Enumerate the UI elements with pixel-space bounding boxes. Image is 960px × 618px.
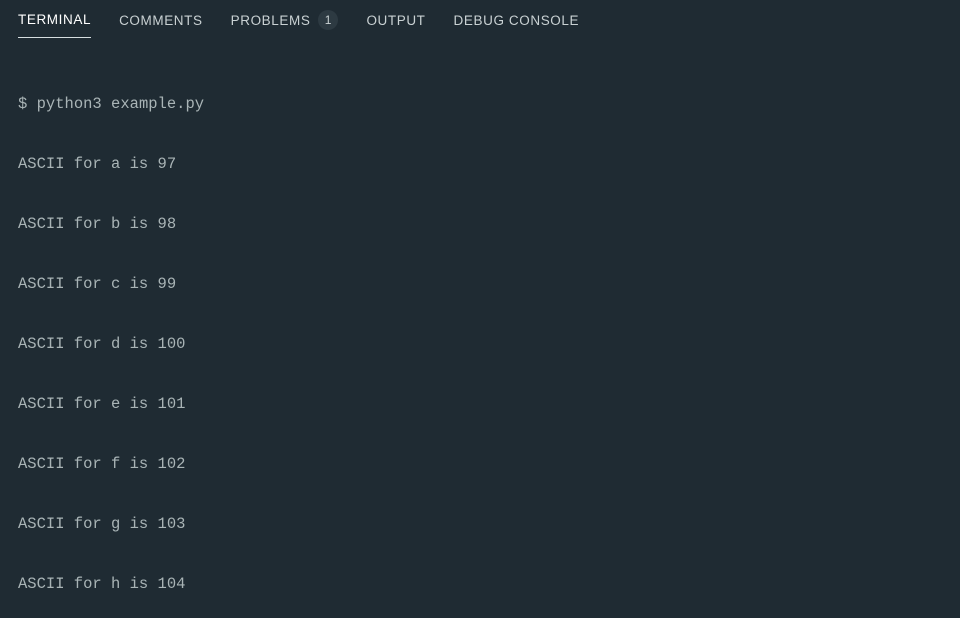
tab-label: DEBUG CONSOLE <box>454 13 580 28</box>
terminal-line: ASCII for b is 98 <box>18 214 942 234</box>
terminal-line: ASCII for h is 104 <box>18 574 942 594</box>
terminal-line: ASCII for g is 103 <box>18 514 942 534</box>
tab-label: COMMENTS <box>119 13 203 28</box>
tab-problems[interactable]: PROBLEMS 1 <box>231 10 339 40</box>
prompt-symbol: $ <box>18 95 27 113</box>
terminal-command-line: $ python3 example.py <box>18 94 942 114</box>
tab-output[interactable]: OUTPUT <box>366 13 425 38</box>
bottom-panel: TERMINAL COMMENTS PROBLEMS 1 OUTPUT DEBU… <box>0 0 960 618</box>
terminal-line: ASCII for c is 99 <box>18 274 942 294</box>
terminal-output[interactable]: $ python3 example.py ASCII for a is 97 A… <box>0 40 960 618</box>
tab-label: OUTPUT <box>366 13 425 28</box>
tab-label: TERMINAL <box>18 12 91 27</box>
tab-debug-console[interactable]: DEBUG CONSOLE <box>454 13 580 38</box>
terminal-line: ASCII for d is 100 <box>18 334 942 354</box>
tab-comments[interactable]: COMMENTS <box>119 13 203 38</box>
problems-count-badge: 1 <box>318 10 338 30</box>
panel-tab-bar: TERMINAL COMMENTS PROBLEMS 1 OUTPUT DEBU… <box>0 0 960 40</box>
command-text: python3 example.py <box>37 95 204 113</box>
terminal-line: ASCII for f is 102 <box>18 454 942 474</box>
tab-terminal[interactable]: TERMINAL <box>18 12 91 38</box>
tab-label: PROBLEMS <box>231 13 311 28</box>
terminal-line: ASCII for a is 97 <box>18 154 942 174</box>
terminal-line: ASCII for e is 101 <box>18 394 942 414</box>
